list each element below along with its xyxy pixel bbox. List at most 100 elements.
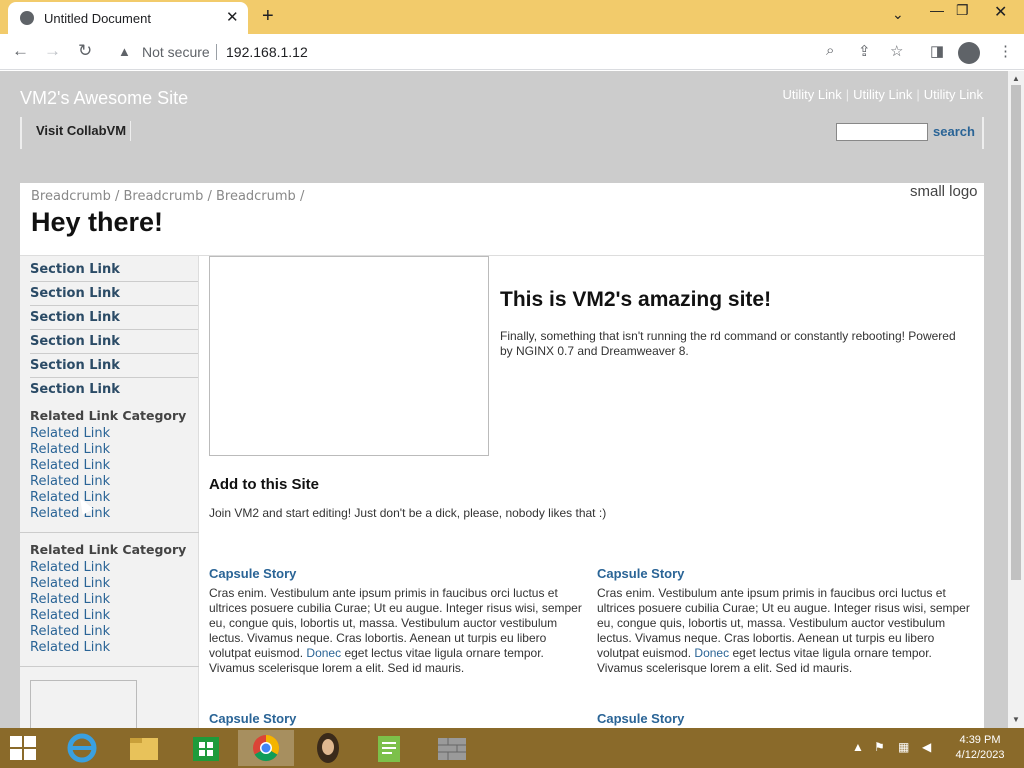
profile-avatar[interactable] <box>958 42 980 64</box>
scroll-down-icon[interactable]: ▼ <box>1012 715 1020 724</box>
related-link[interactable]: Related Link <box>30 624 110 639</box>
section-link[interactable]: Section Link <box>30 378 198 402</box>
page-viewport: VM2's Awesome Site Utility Link | Utility … <box>0 71 1008 728</box>
content-panel: Breadcrumb / Breadcrumb / Breadcrumb / H… <box>20 183 984 728</box>
hero-heading: This is VM2's amazing site! <box>500 288 772 311</box>
security-label[interactable]: Not secure <box>142 44 210 60</box>
scrollbar-thumb[interactable] <box>1011 85 1021 580</box>
section-link[interactable]: Section Link <box>30 330 198 354</box>
side-panel-icon[interactable]: ◨ <box>930 42 944 60</box>
clock-time: 4:39 PM <box>959 734 1001 746</box>
tab-strip: Untitled Document ✕ + ⌄ — ❐ ✕ <box>0 0 1024 34</box>
page-scrollbar[interactable]: ▲ ▼ <box>1008 71 1024 728</box>
system-clock[interactable]: 4:39 PM 4/12/2023 <box>950 733 1010 763</box>
firewall-icon[interactable] <box>424 730 480 766</box>
chevron-down-icon[interactable]: ⌄ <box>892 6 904 23</box>
capsule-text: Cras enim. Vestibulum ante ipsum primis … <box>209 586 582 675</box>
search-button[interactable]: search <box>933 124 975 139</box>
add-section-text: Join VM2 and start editing! Just don't b… <box>209 506 607 520</box>
related-category-heading: Related Link Category <box>30 408 187 423</box>
capsule-story: Capsule Story Cras enim. Vestibulum ante… <box>597 566 972 676</box>
related-link[interactable]: Related Link <box>30 442 110 457</box>
notepad-icon[interactable] <box>362 730 418 766</box>
sidebar: Section Link Section Link Section Link S… <box>20 256 199 728</box>
close-window-button[interactable]: ✕ <box>994 2 1007 22</box>
section-link[interactable]: Section Link <box>30 354 198 378</box>
file-explorer-icon[interactable] <box>116 730 172 766</box>
main-column: This is VM2's amazing site! Finally, som… <box>209 256 979 728</box>
donec-link[interactable]: Donec <box>694 646 729 660</box>
hero-text: Finally, something that isn't running th… <box>500 329 956 358</box>
network-icon[interactable]: ▦ <box>898 740 909 754</box>
browser-toolbar: ← → ↻ ▲ Not secure 192.168.1.12 ⌕ ⇪ ☆ ◨ … <box>0 34 1024 70</box>
breadcrumb[interactable]: Breadcrumb / Breadcrumb / Breadcrumb / <box>31 189 304 204</box>
site-title: VM2's Awesome Site <box>20 88 189 108</box>
globe-icon <box>20 11 34 25</box>
related-link[interactable]: Related Link <box>30 506 110 521</box>
capsule-story: Capsule Story <box>209 711 584 726</box>
tab-title: Untitled Document <box>44 11 151 26</box>
volume-muted-icon[interactable]: ◀ <box>922 740 931 754</box>
related-category-heading: Related Link Category <box>30 542 187 557</box>
capsule-title-link[interactable]: Capsule Story <box>209 566 584 581</box>
sidebar-image-placeholder <box>30 680 137 728</box>
related-link[interactable]: Related Link <box>30 576 110 591</box>
warning-icon[interactable]: ▲ <box>118 44 131 59</box>
restore-button[interactable]: ❐ <box>956 2 969 19</box>
section-link[interactable]: Section Link <box>30 282 198 306</box>
sidebar-divider <box>20 666 199 667</box>
related-link[interactable]: Related Link <box>30 608 110 623</box>
tab-untitled-document[interactable]: Untitled Document ✕ <box>8 2 248 34</box>
sidebar-divider <box>20 532 199 533</box>
capsule-story: Capsule Story Cras enim. Vestibulum ante… <box>209 566 584 676</box>
section-link[interactable]: Section Link <box>30 258 198 282</box>
reload-button[interactable]: ↻ <box>78 41 92 61</box>
add-section-heading: Add to this Site <box>209 476 319 493</box>
capsule-story: Capsule Story <box>597 711 972 726</box>
related-link[interactable]: Related Link <box>30 640 110 655</box>
store-icon[interactable] <box>178 730 234 766</box>
capsule-title-link[interactable]: Capsule Story <box>597 711 972 726</box>
minimize-button[interactable]: — <box>930 2 944 18</box>
utility-link[interactable]: Utility Link <box>853 87 912 102</box>
visit-collabvm-link[interactable]: Visit CollabVM <box>36 123 126 138</box>
donec-link[interactable]: Donec <box>306 646 341 660</box>
address-bar[interactable]: ▲ Not secure 192.168.1.12 <box>108 38 918 66</box>
nav-divider <box>130 121 131 141</box>
action-center-icon[interactable]: ⚑ <box>874 740 885 754</box>
windows-taskbar: ▲ ⚑ ▦ ◀ 4:39 PM 4/12/2023 <box>0 728 1024 768</box>
search-icon[interactable]: ⌕ <box>826 42 834 59</box>
search-input[interactable] <box>836 123 928 141</box>
related-link[interactable]: Related Link <box>30 474 110 489</box>
chrome-icon[interactable] <box>238 730 294 766</box>
small-logo-image: small logo <box>910 183 978 200</box>
scroll-up-icon[interactable]: ▲ <box>1012 74 1020 83</box>
bookmark-star-icon[interactable]: ☆ <box>890 42 903 60</box>
page-title: Hey there! <box>31 207 164 237</box>
portrait-app-icon[interactable] <box>300 730 356 766</box>
utility-links: Utility Link | Utility Link | Utility Link <box>782 87 983 102</box>
forward-button[interactable]: → <box>44 41 61 61</box>
internet-explorer-icon[interactable] <box>54 730 110 766</box>
top-nav-bar: Visit CollabVM search <box>20 117 984 149</box>
start-button[interactable] <box>10 736 38 760</box>
utility-link[interactable]: Utility Link <box>924 87 983 102</box>
related-link[interactable]: Related Link <box>30 560 110 575</box>
related-link[interactable]: Related Link <box>30 490 110 505</box>
menu-kebab-icon[interactable]: ⋮ <box>998 42 1013 60</box>
share-icon[interactable]: ⇪ <box>858 42 871 60</box>
clock-date: 4/12/2023 <box>955 749 1005 761</box>
utility-link[interactable]: Utility Link <box>782 87 841 102</box>
related-link[interactable]: Related Link <box>30 458 110 473</box>
section-link[interactable]: Section Link <box>30 306 198 330</box>
related-link[interactable]: Related Link <box>30 426 110 441</box>
capsule-title-link[interactable]: Capsule Story <box>597 566 972 581</box>
capsule-text: Cras enim. Vestibulum ante ipsum primis … <box>597 586 970 675</box>
tab-close-icon[interactable]: ✕ <box>226 8 239 26</box>
new-tab-button[interactable]: + <box>262 5 274 28</box>
related-link[interactable]: Related Link <box>30 592 110 607</box>
back-button[interactable]: ← <box>12 41 29 61</box>
capsule-title-link[interactable]: Capsule Story <box>209 711 584 726</box>
show-hidden-icons-icon[interactable]: ▲ <box>852 740 864 754</box>
url-text[interactable]: 192.168.1.12 <box>226 44 308 60</box>
